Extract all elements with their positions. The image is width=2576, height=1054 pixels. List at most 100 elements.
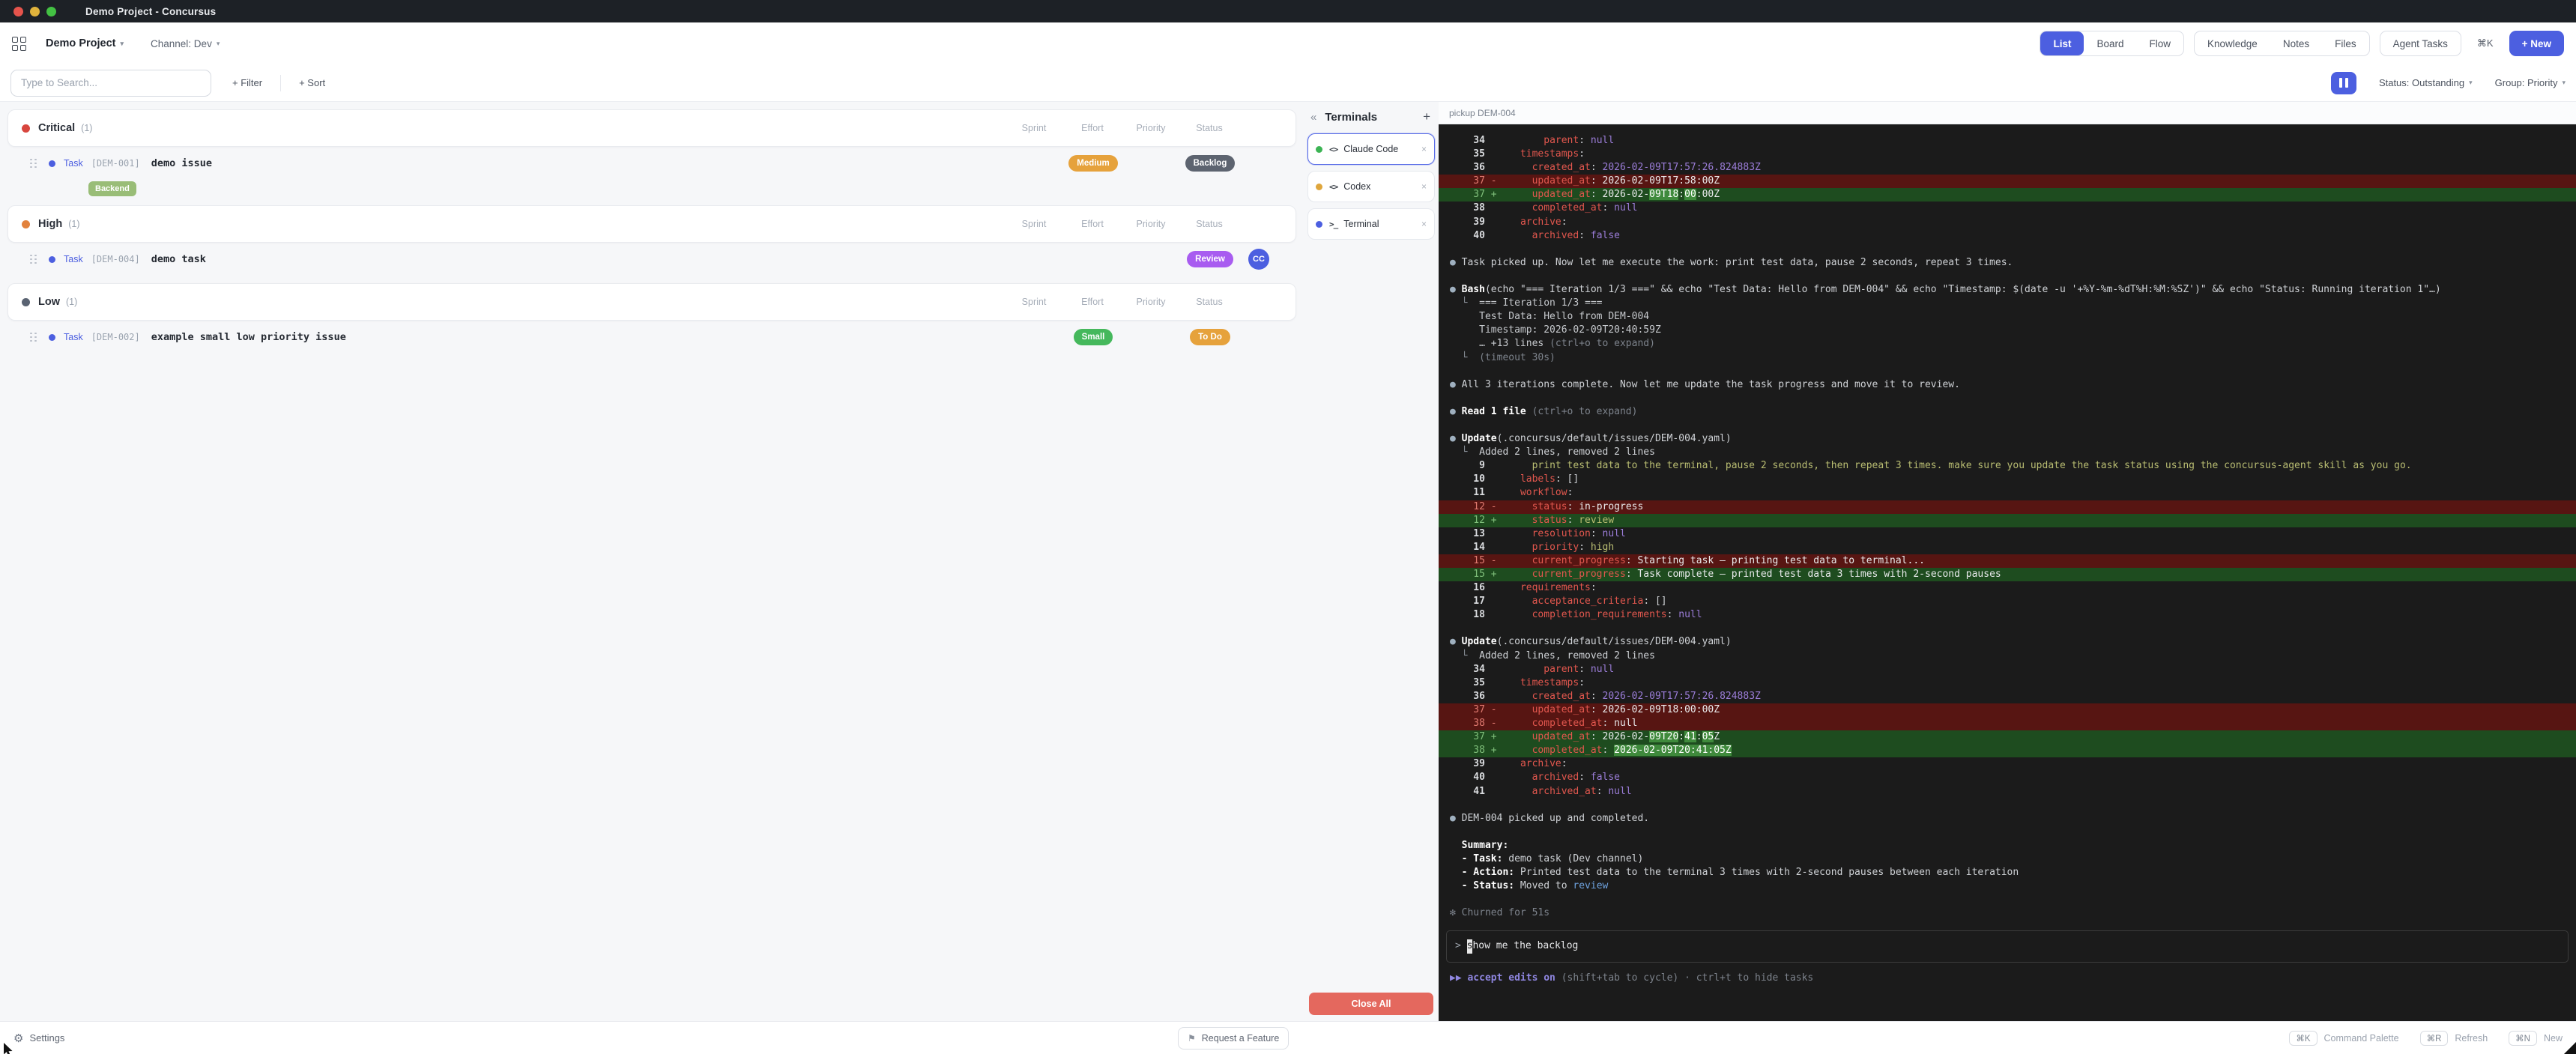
kbd-chip: ⌘N xyxy=(2509,1031,2537,1046)
column-header-status: Status xyxy=(1180,297,1239,307)
issue-row[interactable]: Task[DEM-002]example small low priority … xyxy=(7,321,1296,354)
badge-to-do[interactable]: To Do xyxy=(1190,329,1230,345)
terminal-name: Claude Code xyxy=(1343,144,1398,154)
drag-handle-icon[interactable] xyxy=(30,255,37,264)
terminal-prompt-input[interactable]: > show me the backlog xyxy=(1446,930,2569,962)
terminal-line: 40 archived: false xyxy=(1439,771,2576,784)
view-tab-board[interactable]: Board xyxy=(2084,31,2136,55)
section-header-low[interactable]: Low (1) SprintEffortPriorityStatus xyxy=(7,283,1296,321)
terminal-line: 40 archived: false xyxy=(1439,229,2576,243)
terminal-output[interactable]: 34 parent: null 35 timestamps: 36 create… xyxy=(1439,124,2576,1021)
terminal-line: 17 acceptance_criteria: [] xyxy=(1439,595,2576,608)
issue-row[interactable]: Task[DEM-001]demo issueMediumBacklog xyxy=(7,147,1296,180)
terminal-line: Timestamp: 2026-02-09T20:40:59Z xyxy=(1439,324,2576,337)
new-button[interactable]: + New xyxy=(2509,31,2564,56)
text-cursor: s xyxy=(1467,939,1473,953)
terminal-line: ● DEM-004 picked up and completed. xyxy=(1439,812,2576,826)
badge-review[interactable]: Review xyxy=(1187,251,1233,267)
assignee-avatar[interactable]: CC xyxy=(1248,249,1269,270)
collapse-panel-icon[interactable]: « xyxy=(1310,111,1316,124)
badge-backlog[interactable]: Backlog xyxy=(1185,155,1236,172)
project-switcher[interactable]: Demo Project ▾ xyxy=(46,37,124,49)
nav-tab-agent-tasks[interactable]: Agent Tasks xyxy=(2380,31,2461,55)
terminal-line: - Status: Moved to review xyxy=(1439,879,2576,893)
nav-tab-files[interactable]: Files xyxy=(2322,31,2369,55)
view-tab-list[interactable]: List xyxy=(2040,31,2084,55)
task-type-dot xyxy=(49,334,55,341)
terminal-line: 35 timestamps: xyxy=(1439,676,2576,690)
nav-tab-knowledge[interactable]: Knowledge xyxy=(2195,31,2270,55)
view-tab-flow[interactable]: Flow xyxy=(2137,31,2184,55)
group-filter[interactable]: Group: Priority ▾ xyxy=(2495,77,2566,88)
badge-medium[interactable]: Medium xyxy=(1068,155,1117,172)
settings-button[interactable]: ⚙ Settings xyxy=(13,1032,64,1045)
terminal-line: 35 timestamps: xyxy=(1439,148,2576,161)
issue-type-label: Task xyxy=(64,158,83,169)
terminal-line: ● Update(.concursus/default/issues/DEM-0… xyxy=(1439,635,2576,649)
layout-toggle-button[interactable] xyxy=(2331,72,2356,94)
section-header-high[interactable]: High(1)SprintEffortPriorityStatus xyxy=(7,205,1296,243)
task-type-dot xyxy=(49,256,55,263)
zoom-window-button[interactable] xyxy=(46,7,56,16)
app-toolbar: Demo Project ▾ Channel: Dev ▾ ListBoardF… xyxy=(0,22,2576,64)
shortcut-command-palette: ⌘KCommand Palette xyxy=(2289,1031,2398,1046)
close-terminal-icon[interactable]: × xyxy=(1421,219,1427,229)
terminal-line: … +13 lines (ctrl+o to expand) xyxy=(1439,337,2576,351)
close-all-button[interactable]: Close All xyxy=(1309,993,1433,1015)
terminal-line: - Action: Printed test data to the termi… xyxy=(1439,866,2576,879)
terminal-tab-terminal[interactable]: >_Terminal× xyxy=(1307,208,1435,240)
close-terminal-icon[interactable]: × xyxy=(1421,144,1427,154)
terminal-line: ● Update(.concursus/default/issues/DEM-0… xyxy=(1439,432,2576,446)
window-title: Demo Project - Concursus xyxy=(85,6,216,17)
terminal-icon: >_ xyxy=(1329,219,1337,229)
add-terminal-button[interactable]: + xyxy=(1423,109,1430,124)
status-filter[interactable]: Status: Outstanding ▾ xyxy=(2379,77,2473,88)
add-filter-button[interactable]: + Filter xyxy=(232,77,262,88)
priority-dot xyxy=(22,220,30,228)
terminal-line: 10 labels: [] xyxy=(1439,473,2576,486)
kbd-label: New xyxy=(2544,1033,2563,1044)
terminal-line xyxy=(1439,419,2576,432)
task-type-dot xyxy=(49,160,55,167)
column-headers: SprintEffortPriorityStatus xyxy=(1005,297,1282,307)
gear-icon: ⚙ xyxy=(13,1032,23,1045)
search-input[interactable] xyxy=(10,70,211,97)
columns-icon xyxy=(2345,78,2348,88)
tag-backend[interactable]: Backend xyxy=(88,181,136,196)
close-window-button[interactable] xyxy=(13,7,23,16)
request-feature-button[interactable]: ⚑ Request a Feature xyxy=(1178,1027,1289,1050)
terminal-line: 37 + updated_at: 2026-02-09T20:41:05Z xyxy=(1439,730,2576,744)
minimize-window-button[interactable] xyxy=(30,7,40,16)
section-name: Low xyxy=(38,296,60,308)
terminal-line: └ (timeout 30s) xyxy=(1439,351,2576,365)
priority-dot xyxy=(22,124,30,133)
terminal-tab-claude-code[interactable]: <>Claude Code× xyxy=(1307,133,1435,165)
chevron-down-icon: ▾ xyxy=(217,40,220,48)
terminal-line xyxy=(1439,270,2576,283)
channel-label: Channel: Dev xyxy=(151,38,212,49)
close-terminal-icon[interactable]: × xyxy=(1421,181,1427,192)
terminal-tab-codex[interactable]: <>Codex× xyxy=(1307,171,1435,202)
issue-id: [DEM-002] xyxy=(91,332,140,342)
add-sort-button[interactable]: + Sort xyxy=(299,77,325,88)
kbd-label: Refresh xyxy=(2455,1033,2488,1044)
channel-switcher[interactable]: Channel: Dev ▾ xyxy=(151,38,220,49)
terminals-panel-title: Terminals xyxy=(1325,111,1377,124)
apps-grid-icon[interactable] xyxy=(12,37,26,51)
drag-handle-icon[interactable] xyxy=(30,159,37,169)
terminal-line: 36 created_at: 2026-02-09T17:57:26.82488… xyxy=(1439,161,2576,175)
column-header-sprint: Sprint xyxy=(1005,123,1063,133)
priority-section-low: Low (1) SprintEffortPriorityStatus Task[DEM… xyxy=(7,283,1296,354)
code-icon: <> xyxy=(1329,182,1337,192)
section-count: (1) xyxy=(66,297,77,307)
issue-row[interactable]: Task[DEM-004]demo taskReviewCC xyxy=(7,243,1296,276)
drag-handle-icon[interactable] xyxy=(30,333,37,342)
section-header-critical[interactable]: Critical(1)SprintEffortPriorityStatus xyxy=(7,109,1296,147)
nav-tab-notes[interactable]: Notes xyxy=(2270,31,2322,55)
badge-small[interactable]: Small xyxy=(1074,329,1113,345)
issue-id: [DEM-001] xyxy=(91,158,140,169)
kbd-chip: ⌘R xyxy=(2420,1031,2449,1046)
issue-title: demo task xyxy=(151,253,206,265)
terminal-line: 11 workflow: xyxy=(1439,486,2576,500)
chevron-down-icon: ▾ xyxy=(2469,79,2473,87)
